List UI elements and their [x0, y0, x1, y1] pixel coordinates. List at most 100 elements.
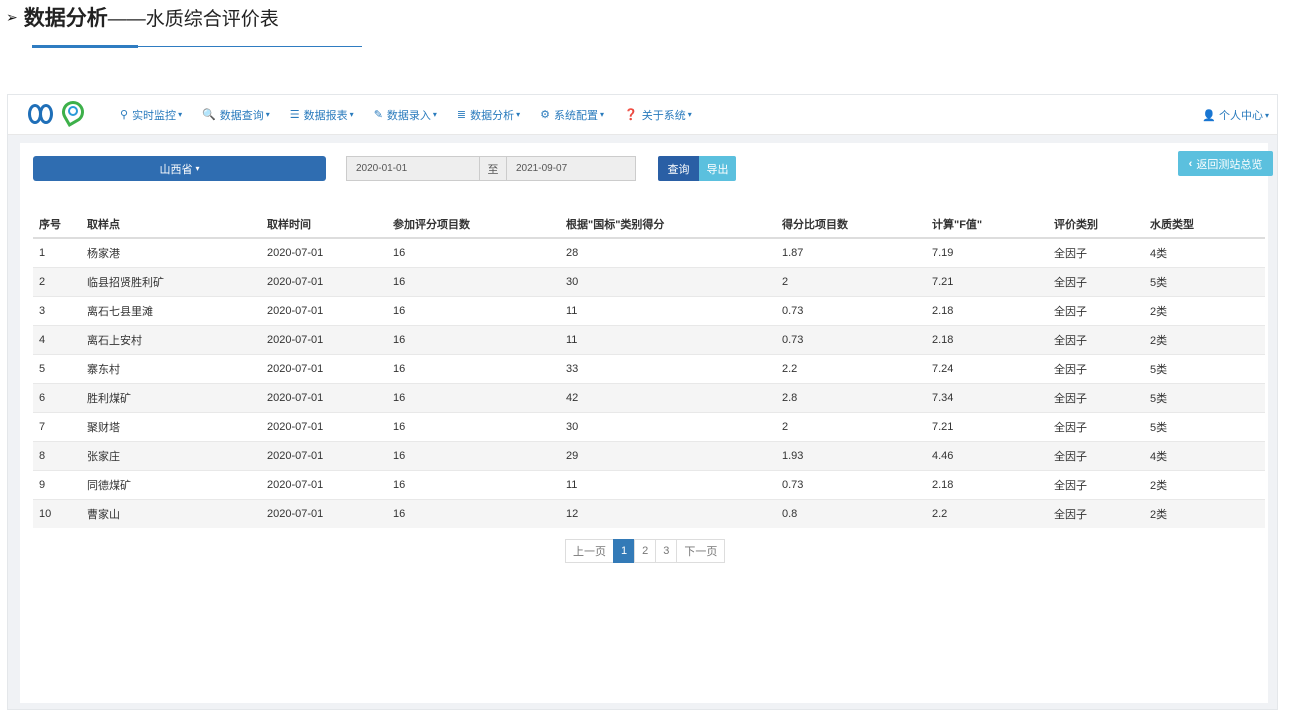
table-cell: 2: [776, 266, 926, 296]
table-cell: 0.73: [776, 469, 926, 499]
user-center-label: 个人中心: [1218, 110, 1263, 122]
app-window: ⚲ 实时监控 ▾ 🔍 数据查询 ▾ ☰ 数据报表 ▾ ✎ 数据录入 ▾ ≣ 数据分析 ▾ ⚙ 系统配置 ▾ ❓ 关于系…: [7, 94, 1278, 710]
table-cell: 2020-07-01: [261, 382, 387, 412]
table-cell: 8: [33, 440, 81, 470]
table-row[interactable]: 9 同德煤矿 2020-07-01 16 11 0.73 2.18 全因子 2类: [33, 469, 1265, 499]
table-cell: 同德煤矿: [81, 469, 261, 499]
chevron-down-icon: ▾: [178, 110, 183, 119]
table-row[interactable]: 3 离石七县里滩 2020-07-01 16 11 0.73 2.18 全因子 2类: [33, 295, 1265, 325]
province-dropdown[interactable]: 山西省 ▾: [33, 156, 326, 181]
nav-item-6[interactable]: ❓ 关于系统 ▾: [624, 107, 692, 123]
end-date-input[interactable]: 2021-09-07: [506, 156, 636, 181]
heading-underline-accent: [32, 45, 138, 48]
table-cell: 2类: [1144, 324, 1265, 354]
page-button-2[interactable]: 2: [634, 539, 657, 563]
column-header[interactable]: 得分比项目数: [776, 210, 926, 239]
edit-icon: ✎: [373, 109, 383, 121]
export-button[interactable]: 导出: [699, 156, 736, 181]
table-cell: 2类: [1144, 469, 1265, 499]
table-cell: 胜利煤矿: [81, 382, 261, 412]
table-cell: 杨家港: [81, 237, 261, 267]
nav-item-4[interactable]: ≣ 数据分析 ▾: [457, 107, 520, 123]
date-range: 2020-01-01 至 2021-09-07: [346, 156, 636, 181]
table-cell: 16: [387, 266, 560, 296]
back-to-overview-button[interactable]: ‹ 返回测站总览: [1178, 151, 1273, 176]
table-cell: 0.73: [776, 295, 926, 325]
table-row[interactable]: 8 张家庄 2020-07-01 16 29 1.93 4.46 全因子 4类: [33, 440, 1265, 470]
column-header[interactable]: 计算"F值": [926, 210, 1048, 239]
content-panel: 山西省 ▾ 2020-01-01 至 2021-09-07 查询 导出 ‹ 返回…: [20, 143, 1273, 703]
table-cell: 33: [560, 353, 776, 383]
table-cell: 4.46: [926, 440, 1048, 470]
table-cell: 5: [33, 353, 81, 383]
table-row[interactable]: 10 曹家山 2020-07-01 16 12 0.8 2.2 全因子 2类: [33, 498, 1265, 528]
table-cell: 12: [560, 498, 776, 528]
query-button[interactable]: 查询: [658, 156, 699, 181]
table-cell: 5类: [1144, 382, 1265, 412]
nav-item-label: 数据录入: [386, 109, 431, 122]
column-header[interactable]: 参加评分项目数: [387, 210, 560, 239]
column-header[interactable]: 评价类别: [1048, 210, 1144, 239]
table-cell: 42: [560, 382, 776, 412]
chevron-down-icon: ▾: [349, 110, 354, 119]
top-navbar: ⚲ 实时监控 ▾ 🔍 数据查询 ▾ ☰ 数据报表 ▾ ✎ 数据录入 ▾ ≣ 数据分析 ▾ ⚙ 系统配置 ▾ ❓ 关于系…: [8, 95, 1277, 135]
table-cell: 7.19: [926, 237, 1048, 267]
table-cell: 全因子: [1048, 353, 1144, 383]
table-cell: 16: [387, 411, 560, 441]
page-button-3[interactable]: 3: [655, 539, 678, 563]
table-cell: 16: [387, 382, 560, 412]
nav-item-1[interactable]: 🔍 数据查询 ▾: [202, 107, 270, 123]
table-row[interactable]: 2 临县招贤胜利矿 2020-07-01 16 30 2 7.21 全因子 5类: [33, 266, 1265, 296]
column-header[interactable]: 水质类型: [1144, 210, 1265, 239]
table-cell: 全因子: [1048, 237, 1144, 267]
table-cell: 11: [560, 324, 776, 354]
nav-item-label: 关于系统: [641, 109, 686, 122]
table-row[interactable]: 7 聚财塔 2020-07-01 16 30 2 7.21 全因子 5类: [33, 411, 1265, 441]
table-cell: 2020-07-01: [261, 411, 387, 441]
table-cell: 全因子: [1048, 411, 1144, 441]
page-button-1[interactable]: 1: [613, 539, 636, 563]
table-cell: 4类: [1144, 440, 1265, 470]
next-page-button[interactable]: 下一页: [676, 539, 726, 563]
column-header[interactable]: 取样点: [81, 210, 261, 239]
chevron-down-icon: ▾: [687, 110, 692, 119]
table-cell: 2.18: [926, 295, 1048, 325]
nav-item-0[interactable]: ⚲ 实时监控 ▾: [120, 107, 182, 123]
nav-item-5[interactable]: ⚙ 系统配置 ▾: [540, 107, 604, 123]
table-cell: 1: [33, 237, 81, 267]
date-separator: 至: [480, 156, 506, 181]
table-row[interactable]: 5 寨东村 2020-07-01 16 33 2.2 7.24 全因子 5类: [33, 353, 1265, 383]
table-cell: 2020-07-01: [261, 295, 387, 325]
nav-item-2[interactable]: ☰ 数据报表 ▾: [290, 107, 354, 123]
nav-item-3[interactable]: ✎ 数据录入 ▾: [374, 107, 437, 123]
table-cell: 28: [560, 237, 776, 267]
table-cell: 7.34: [926, 382, 1048, 412]
evaluation-table: 序号 取样点 取样时间 参加评分项目数 根据"国标"类别得分 得分比项目数 计算"F值" 评价…: [33, 210, 1265, 528]
table-cell: 16: [387, 440, 560, 470]
gear-icon: ⚙: [540, 109, 551, 121]
logo[interactable]: [8, 95, 108, 135]
pagination: 上一页 1 2 3 下一页: [565, 539, 726, 563]
chevron-down-icon: ▾: [195, 164, 200, 173]
table-cell: 全因子: [1048, 440, 1144, 470]
column-header[interactable]: 序号: [33, 210, 81, 239]
table-cell: 5类: [1144, 266, 1265, 296]
nav-item-label: 数据分析: [470, 109, 515, 122]
table-cell: 16: [387, 469, 560, 499]
table-cell: 全因子: [1048, 498, 1144, 528]
nav-item-label: 数据报表: [303, 109, 348, 122]
start-date-input[interactable]: 2020-01-01: [346, 156, 480, 181]
table-cell: 2.2: [776, 353, 926, 383]
chevron-left-icon: ‹: [1188, 157, 1193, 170]
user-center-menu[interactable]: 👤 个人中心 ▾: [1202, 107, 1269, 123]
table-cell: 11: [560, 295, 776, 325]
column-header[interactable]: 根据"国标"类别得分: [560, 210, 776, 239]
table-row[interactable]: 6 胜利煤矿 2020-07-01 16 42 2.8 7.34 全因子 5类: [33, 382, 1265, 412]
table-row[interactable]: 1 杨家港 2020-07-01 16 28 1.87 7.19 全因子 4类: [33, 237, 1265, 267]
table-cell: 2.18: [926, 469, 1048, 499]
storage-icon: ≣: [456, 109, 467, 121]
prev-page-button[interactable]: 上一页: [565, 539, 614, 563]
table-cell: 7.21: [926, 411, 1048, 441]
table-row[interactable]: 4 离石上安村 2020-07-01 16 11 0.73 2.18 全因子 2类: [33, 324, 1265, 354]
column-header[interactable]: 取样时间: [261, 210, 387, 239]
